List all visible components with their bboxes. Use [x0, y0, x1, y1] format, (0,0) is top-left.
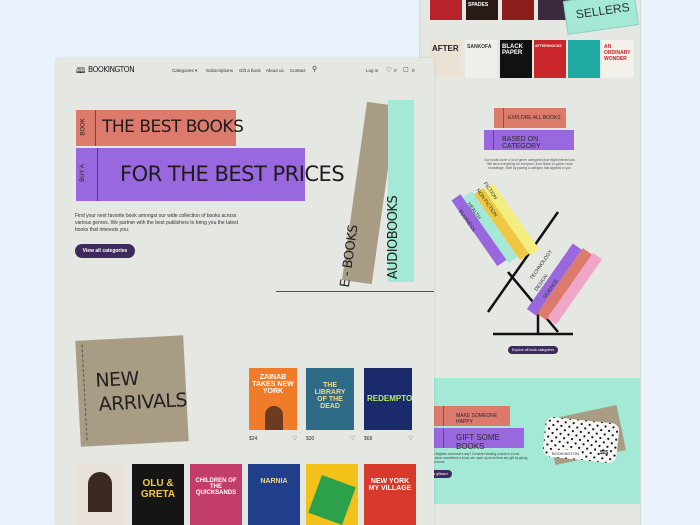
- bar-spine: BOOK: [76, 110, 96, 146]
- cover-illustration: [265, 406, 283, 430]
- book-cover-title: NEW YORK MY VILLAGE: [368, 478, 412, 492]
- bar-spine: [484, 130, 494, 150]
- shelf-divider: [276, 291, 434, 292]
- book-cover[interactable]: [568, 40, 600, 78]
- book-cover[interactable]: NEW YORK MY VILLAGE: [364, 464, 416, 525]
- brand-name: BOOKINGTON: [88, 65, 135, 74]
- book-cover[interactable]: CHILDREN OF THE QUICKSANDS: [190, 464, 242, 525]
- bar-spine: [434, 406, 444, 426]
- book-cover[interactable]: AFTER: [430, 40, 462, 78]
- book-cover-title: NARNIA: [260, 478, 288, 485]
- book-cover-title: BLACK PAPER: [502, 44, 523, 56]
- book-cover-title: REDEMPTOR: [367, 394, 412, 403]
- hero-spine-label: BOOK: [80, 118, 87, 136]
- book-cover[interactable]: OLU & GRETA: [132, 464, 184, 525]
- bar-spine: [494, 108, 504, 128]
- nav-about[interactable]: About us: [266, 68, 284, 73]
- secondary-page-preview: SPADES SELLERS AFTER SANKOFA BLACK PAPER…: [420, 0, 640, 525]
- search-icon[interactable]: ⚲: [312, 65, 317, 73]
- new-arrivals-line1: NEW: [94, 367, 140, 392]
- hero-bar-best-prices: BUY A FOR THE BEST PRICES: [76, 148, 345, 201]
- explore-categories-button[interactable]: Explore all book categories: [508, 346, 559, 354]
- new-arrivals-line2: ARRIVALS: [98, 389, 188, 416]
- book-cover[interactable]: AFTERSHOCKS: [534, 40, 566, 78]
- bar-spine: [434, 428, 444, 448]
- book-cover[interactable]: AN ORDINARY WONDER: [602, 40, 634, 78]
- book-cover[interactable]: [74, 464, 126, 525]
- hero-spine-label: BUY A: [79, 164, 86, 182]
- book-cover[interactable]: [502, 0, 534, 20]
- gift-card-value: $25: [600, 450, 609, 456]
- cover-illustration: [308, 475, 356, 525]
- hero-description: Find your next favorite book amongst our…: [75, 213, 239, 233]
- price-label: $30: [306, 436, 315, 442]
- book-cover-title: SPADES: [468, 2, 489, 8]
- bar-spine: BUY A: [76, 148, 98, 201]
- book-cover-redemptor[interactable]: REDEMPTOR: [364, 368, 412, 430]
- best-sellers-card: SELLERS: [562, 0, 640, 35]
- book-cover-title: AFTER: [432, 44, 459, 53]
- book-cover[interactable]: [306, 464, 358, 525]
- book-cover[interactable]: BLACK PAPER: [500, 40, 532, 78]
- nav-categories-label: Categories: [172, 68, 194, 73]
- explore-description: Our books cover a lot of genre categorie…: [484, 158, 576, 171]
- book-cover-title: AFTERSHOCKS: [535, 44, 562, 48]
- audiobooks-book[interactable]: AUDIOBOOKS: [386, 100, 414, 282]
- new-arrivals-card: NEW ARRIVALS: [75, 335, 189, 447]
- explore-title-line2: BASED ON CATEGORY: [502, 136, 541, 150]
- nav-categories[interactable]: Categories ▾: [172, 68, 197, 74]
- heart-icon[interactable]: ♡: [408, 435, 413, 442]
- gift-card-stack: BOOKINGTON $25: [540, 405, 630, 470]
- explore-bar-1: EXPLORE ALL BOOKS: [494, 108, 566, 128]
- hero-line2: FOR THE BEST PRICES: [120, 162, 345, 186]
- best-sellers-label: SELLERS: [574, 0, 631, 22]
- book-cover-zainab[interactable]: ZAINAB TAKES NEW YORK: [249, 368, 297, 430]
- ebooks-label: E - BOOKS: [337, 224, 362, 289]
- login-link[interactable]: Log in: [366, 68, 378, 73]
- book-cover-title: CHILDREN OF THE QUICKSANDS: [195, 478, 237, 496]
- explore-bar-2: BASED ON CATEGORY: [484, 130, 574, 150]
- cart-count: 0: [412, 68, 415, 73]
- book-cover[interactable]: SPADES: [466, 0, 498, 20]
- book-logo-icon: 🕮: [76, 66, 86, 75]
- book-cover-library-of-the-dead[interactable]: THE LIBRARY OF THE DEAD: [306, 368, 354, 430]
- book-cover-title: AN ORDINARY WONDER: [604, 44, 631, 62]
- main-page: 🕮 BOOKINGTON Categories ▾ Subscriptions …: [56, 58, 434, 525]
- card-stitch: [81, 344, 88, 441]
- book-cover-title: THE LIBRARY OF THE DEAD: [314, 382, 346, 410]
- gift-section: MAKE SOMEONE HAPPY GIFT SOME BOOKS Looki…: [420, 378, 640, 504]
- chevron-down-icon: ▾: [195, 68, 198, 73]
- gift-card-brand: BOOKINGTON: [550, 450, 582, 457]
- wishlist-count: 0: [394, 68, 397, 73]
- price-label: $24: [249, 436, 258, 442]
- cover-illustration: [88, 472, 112, 512]
- book-cover[interactable]: NARNIA: [248, 464, 300, 525]
- heart-icon[interactable]: ♡: [386, 66, 392, 74]
- heart-icon[interactable]: ♡: [292, 435, 297, 442]
- heart-icon[interactable]: ♡: [350, 435, 355, 442]
- price-label: $68: [364, 436, 373, 442]
- audiobooks-label: AUDIOBOOKS: [386, 195, 402, 280]
- gift-title-line1: MAKE SOMEONE HAPPY: [456, 413, 498, 425]
- view-all-categories-button[interactable]: View all categories: [75, 244, 135, 258]
- book-cover[interactable]: SANKOFA: [465, 40, 497, 78]
- gift-bar-2: GIFT SOME BOOKS: [434, 428, 524, 451]
- book-cover-title: SANKOFA: [467, 44, 492, 50]
- book-cover[interactable]: [430, 0, 462, 20]
- cart-icon[interactable]: ▢: [403, 66, 409, 73]
- gift-description: Looking to brighten someone's day? Consi…: [420, 452, 528, 465]
- nav-subscriptions[interactable]: Subscriptions: [206, 68, 233, 73]
- category-shelf-illustration: [451, 183, 603, 336]
- book-cover-title: ZAINAB TAKES NEW YORK: [252, 374, 294, 395]
- gift-title-line2: GIFT SOME BOOKS: [456, 433, 500, 451]
- book-cover-title: OLU & GRETA: [140, 478, 176, 500]
- gift-bar-1: MAKE SOMEONE HAPPY: [434, 406, 510, 426]
- nav-gift[interactable]: Gift a book: [239, 68, 261, 73]
- hero-bar-best-books: BOOK THE BEST BOOKS: [76, 110, 244, 146]
- explore-title-line1: EXPLORE ALL BOOKS: [508, 115, 561, 121]
- nav-contact[interactable]: Contact: [290, 68, 306, 73]
- hero-line1: THE BEST BOOKS: [102, 117, 244, 137]
